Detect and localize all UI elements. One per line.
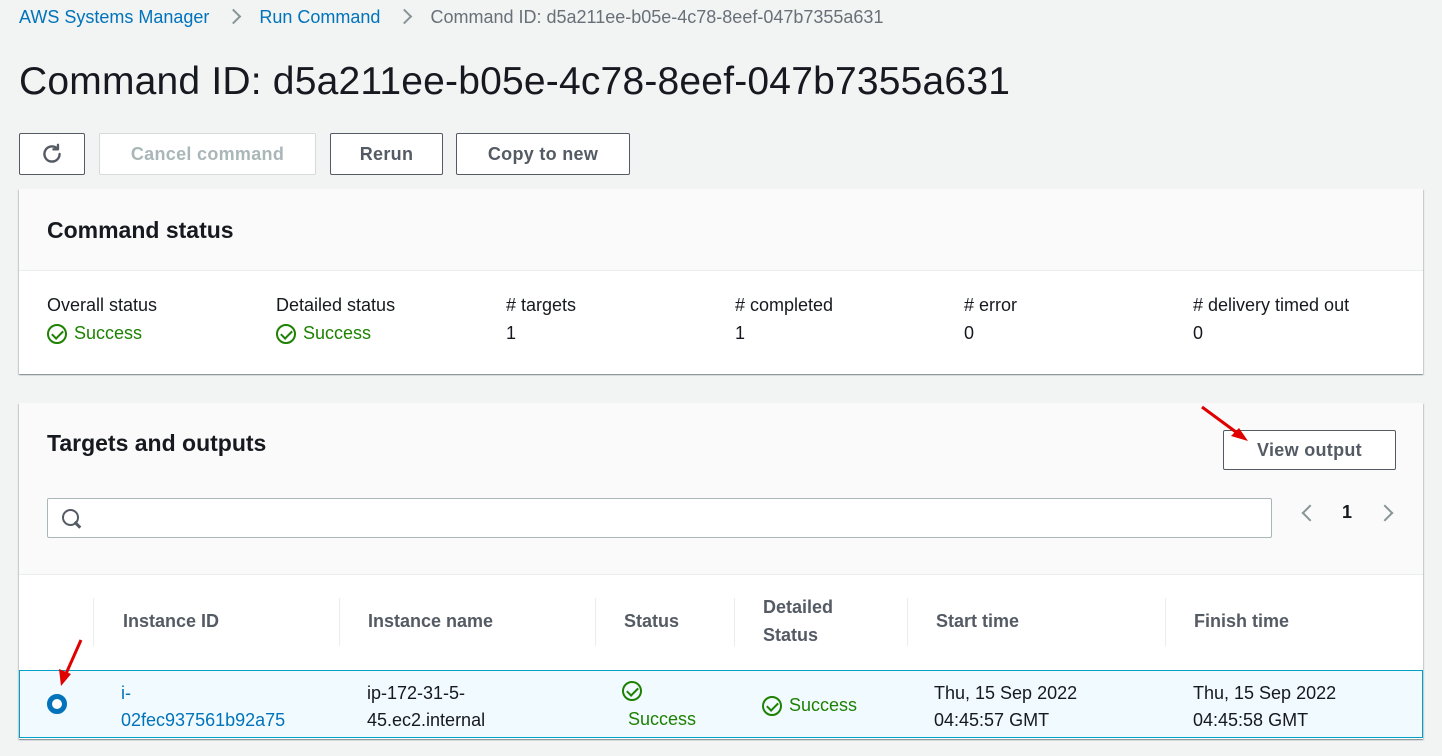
stat-label: # error [964,295,1018,315]
start-time-cell: Thu, 15 Sep 2022 04:45:57 GMT [934,680,1077,734]
cell-line: i- [121,683,131,703]
column-header-instance-id[interactable]: Instance ID [123,607,219,635]
completed-count: # completed 1 [735,295,833,345]
row-select-radio[interactable] [47,694,67,714]
column-divider [595,598,596,646]
cell-line: 45.ec2.internal [367,710,486,730]
stat-value: Success [74,323,143,343]
page-number[interactable]: 1 [1334,502,1360,523]
chevron-right-icon [380,5,430,29]
column-header-finish-time[interactable]: Finish time [1194,607,1289,635]
status-badge: Success [628,709,697,729]
instance-name-cell: ip-172-31-5- 45.ec2.internal [367,680,485,734]
targets-and-outputs-panel: Targets and outputs View output 1 Instan… [19,403,1423,739]
cell-line: Thu, 15 Sep 2022 [1193,683,1337,703]
chevron-right-icon [209,5,259,29]
check-circle-icon [47,323,67,344]
stat-value: 0 [964,323,975,343]
check-circle-icon [276,323,296,344]
search-icon [62,509,82,529]
status-badge: Success [762,692,857,719]
cancel-command-button[interactable]: Cancel command [99,133,316,175]
stat-label: Detailed status [276,295,396,315]
command-status-panel: Command status Overall status Success De… [19,189,1423,374]
instance-id-link[interactable]: i- 02fec937561b92a75 [121,680,285,734]
annotation-arrow-icon [59,639,83,686]
stat-label: # targets [506,295,577,315]
refresh-icon [43,143,61,163]
check-circle-icon [622,681,642,701]
column-divider [907,598,908,646]
column-divider [93,598,94,646]
check-circle-icon [762,695,782,716]
stat-value: Success [303,323,372,343]
cell-line: 02fec937561b92a75 [121,710,286,730]
command-status-heading: Command status [47,217,234,243]
status-badge: Success [47,323,142,344]
status-cell: Success [622,679,696,733]
cell-line: 04:45:58 GMT [1193,710,1309,730]
stat-value: 0 [1193,323,1204,343]
breadcrumb: AWS Systems Manager Run Command Command … [19,5,883,29]
header-line: Status [763,625,819,645]
header-line: Detailed [763,597,834,617]
column-header-detailed-status[interactable]: Detailed Status [763,593,833,649]
targets-heading: Targets and outputs [47,430,267,456]
copy-to-new-button[interactable]: Copy to new [456,133,630,175]
column-divider [1165,598,1166,646]
column-header-instance-name[interactable]: Instance name [368,607,493,635]
page-title: Command ID: d5a211ee-b05e-4c78-8eef-047b… [19,60,1011,103]
stat-label: # delivery timed out [1193,295,1350,315]
breadcrumb-systems-manager[interactable]: AWS Systems Manager [19,7,209,28]
breadcrumb-run-command[interactable]: Run Command [259,7,380,28]
stat-label: Overall status [47,295,158,315]
overall-status: Overall status Success [47,295,157,345]
status-badge: Success [276,323,371,344]
breadcrumb-current: Command ID: d5a211ee-b05e-4c78-8eef-047b… [430,6,884,27]
detailed-status-cell: Success [762,692,857,724]
column-header-status[interactable]: Status [624,607,679,635]
column-divider [734,598,735,646]
stat-label: # completed [735,295,834,315]
cell-line: Thu, 15 Sep 2022 [934,683,1078,703]
detailed-status-value: Success [789,695,858,715]
column-divider [339,598,340,646]
table-row[interactable]: i- 02fec937561b92a75 ip-172-31-5- 45.ec2… [19,670,1423,738]
detailed-status: Detailed status Success [276,295,395,345]
refresh-button[interactable] [19,133,85,175]
stat-value: 1 [735,323,746,343]
stat-value: 1 [506,323,517,343]
targets-count: # targets 1 [506,295,576,345]
cell-line: 04:45:57 GMT [934,710,1050,730]
cell-line: ip-172-31-5- [367,683,466,703]
delivery-timed-out-count: # delivery timed out 0 [1193,295,1349,345]
error-count: # error 0 [964,295,1017,345]
annotation-arrow-icon [1201,405,1248,441]
search-input[interactable] [47,498,1272,538]
finish-time-cell: Thu, 15 Sep 2022 04:45:58 GMT [1193,680,1336,734]
column-header-start-time[interactable]: Start time [936,607,1019,635]
rerun-button[interactable]: Rerun [330,133,443,175]
